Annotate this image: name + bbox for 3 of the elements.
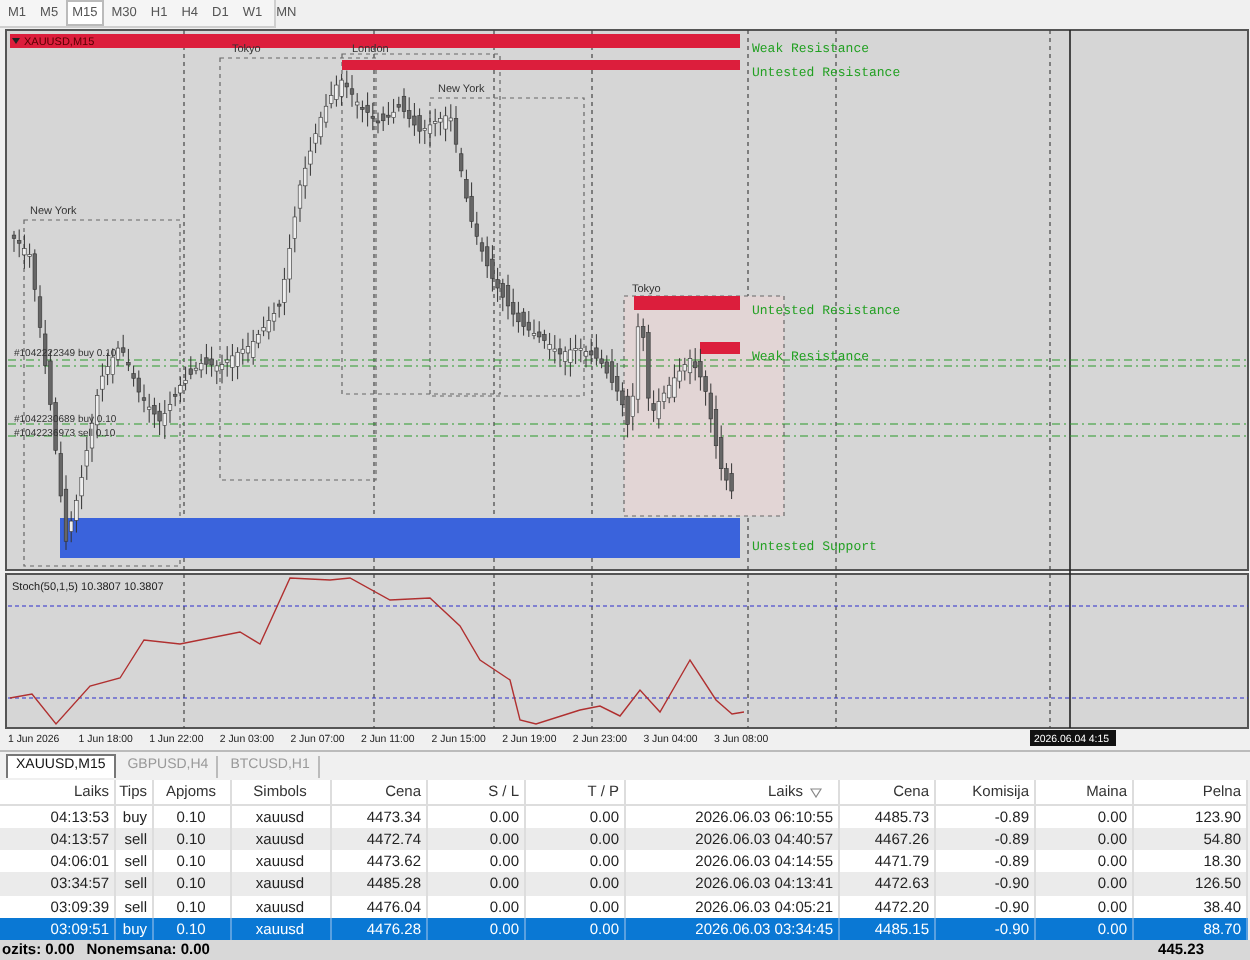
collapse-icon[interactable]	[12, 38, 20, 44]
resistance-zone	[634, 296, 740, 310]
resistance-zone	[700, 342, 740, 354]
